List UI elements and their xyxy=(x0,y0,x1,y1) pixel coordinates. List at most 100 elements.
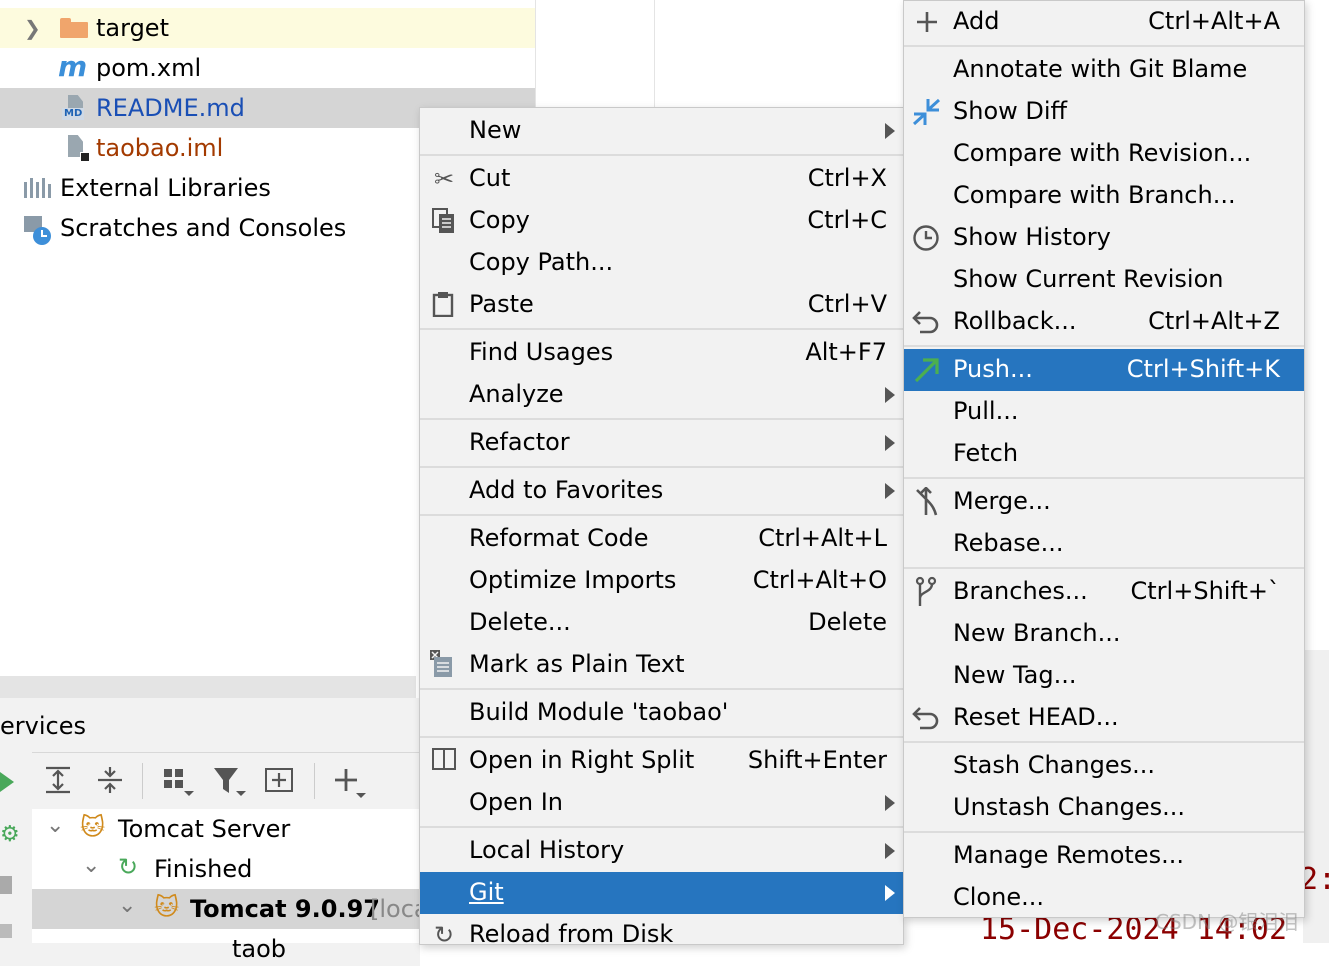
tomcat-icon: 🐱 xyxy=(154,893,180,921)
rerun-icon: ↻ xyxy=(118,853,139,881)
tree-item-target[interactable]: ❯ target xyxy=(0,8,535,48)
branch-icon xyxy=(915,576,937,606)
services-side-toolbar: ⚙ xyxy=(0,752,32,943)
chevron-right-icon[interactable]: ❯ xyxy=(24,16,41,40)
collapse-all-icon[interactable] xyxy=(96,765,124,795)
git-item-new-branch[interactable]: New Branch... xyxy=(904,613,1304,655)
tree-item-label: External Libraries xyxy=(60,174,271,202)
filter-icon[interactable] xyxy=(212,765,246,799)
git-item-compare-revision[interactable]: Compare with Revision... xyxy=(904,133,1304,175)
menu-item-analyze[interactable]: Analyze xyxy=(420,374,903,416)
menu-item-cut[interactable]: ✂ Cut Ctrl+X xyxy=(420,158,903,200)
menu-item-copy-path[interactable]: Copy Path... xyxy=(420,242,903,284)
split-icon xyxy=(432,748,456,770)
plus-icon xyxy=(917,12,937,32)
chevron-down-icon[interactable]: ⌄ xyxy=(82,853,100,878)
git-item-fetch[interactable]: Fetch xyxy=(904,433,1304,475)
git-item-unstash[interactable]: Unstash Changes... xyxy=(904,787,1304,829)
expand-all-icon[interactable] xyxy=(44,765,72,795)
menu-item-optimize-imports[interactable]: Optimize Imports Ctrl+Alt+O xyxy=(420,560,903,602)
submenu-arrow-icon xyxy=(885,843,895,859)
menu-item-refactor[interactable]: Refactor xyxy=(420,422,903,464)
menu-item-new[interactable]: New xyxy=(420,110,903,152)
git-item-rollback[interactable]: Rollback... Ctrl+Alt+Z xyxy=(904,301,1304,343)
git-item-merge[interactable]: Merge... xyxy=(904,481,1304,523)
menu-item-mark-as-plain-text[interactable]: Mark as Plain Text xyxy=(420,644,903,686)
group-by-icon[interactable] xyxy=(162,767,194,799)
menu-item-git[interactable]: Git xyxy=(420,872,903,914)
clock-icon xyxy=(913,225,939,251)
menu-item-build-module[interactable]: Build Module 'taobao' xyxy=(420,692,903,734)
diff-icon xyxy=(912,98,941,126)
menu-item-open-in-right-split[interactable]: Open in Right Split Shift+Enter xyxy=(420,740,903,782)
menu-item-paste[interactable]: Paste Ctrl+V xyxy=(420,284,903,326)
toolbar-divider xyxy=(314,763,315,799)
git-item-annotate[interactable]: Annotate with Git Blame xyxy=(904,49,1304,91)
reload-icon: ↻ xyxy=(433,921,455,949)
submenu-arrow-icon xyxy=(885,795,895,811)
tree-item-label: Finished xyxy=(154,855,253,883)
new-tab-icon[interactable] xyxy=(264,765,298,797)
menu-item-local-history[interactable]: Local History xyxy=(420,830,903,872)
debug-icon[interactable]: ⚙ xyxy=(0,822,20,847)
git-item-pull[interactable]: Pull... xyxy=(904,391,1304,433)
tree-item-label: taobao.iml xyxy=(96,134,224,162)
merge-icon xyxy=(916,487,938,516)
git-item-show-current-revision[interactable]: Show Current Revision xyxy=(904,259,1304,301)
git-item-show-history[interactable]: Show History xyxy=(904,217,1304,259)
tree-item-pom[interactable]: m pom.xml xyxy=(0,48,535,88)
git-submenu: Add Ctrl+Alt+A Annotate with Git Blame S… xyxy=(903,0,1305,918)
git-item-compare-branch[interactable]: Compare with Branch... xyxy=(904,175,1304,217)
submenu-arrow-icon xyxy=(885,387,895,403)
menu-item-add-to-favorites[interactable]: Add to Favorites xyxy=(420,470,903,512)
project-context-menu: New ✂ Cut Ctrl+X Copy Ctrl+C Copy Path..… xyxy=(419,107,904,949)
stop-icon[interactable] xyxy=(0,876,12,894)
scratches-icon xyxy=(24,216,51,245)
clipboard-icon xyxy=(432,292,454,317)
menu-item-open-in[interactable]: Open In xyxy=(420,782,903,824)
panel-splitter[interactable] xyxy=(0,676,416,698)
menu-item-find-usages[interactable]: Find Usages Alt+F7 xyxy=(420,332,903,374)
chevron-down-icon[interactable]: ⌄ xyxy=(46,813,64,838)
tree-item-label: pom.xml xyxy=(96,54,202,82)
tree-item-label: taob xyxy=(232,935,287,963)
maven-icon: m xyxy=(58,50,88,83)
git-item-branches[interactable]: Branches... Ctrl+Shift+` xyxy=(904,571,1304,613)
chevron-down-icon[interactable]: ⌄ xyxy=(118,893,136,918)
git-item-reset-head[interactable]: Reset HEAD... xyxy=(904,697,1304,739)
copy-icon xyxy=(432,208,454,233)
services-tree: ⌄ 🐱 Tomcat Server ⌄ ↻ Finished ⌄ 🐱 Tomca… xyxy=(32,809,429,963)
plain-text-icon xyxy=(430,650,452,677)
services-title: ervices xyxy=(0,712,86,740)
reset-icon xyxy=(912,707,939,730)
tree-item-artifact[interactable]: taob xyxy=(32,929,420,969)
tree-item-finished[interactable]: ⌄ ↻ Finished xyxy=(32,849,420,889)
editor-tab-gap xyxy=(535,0,655,107)
run-icon[interactable] xyxy=(0,772,14,792)
git-item-add[interactable]: Add Ctrl+Alt+A xyxy=(904,1,1304,43)
git-item-push[interactable]: Push... Ctrl+Shift+K xyxy=(904,349,1304,391)
toolbar-divider xyxy=(142,763,143,799)
watermark: CSDN @银泪泪 xyxy=(1155,910,1299,934)
submenu-arrow-icon xyxy=(885,435,895,451)
submenu-arrow-icon xyxy=(885,123,895,139)
add-service-icon[interactable] xyxy=(334,767,368,801)
git-item-show-diff[interactable]: Show Diff xyxy=(904,91,1304,133)
side-tool-icon[interactable] xyxy=(0,924,12,938)
menu-item-reformat-code[interactable]: Reformat Code Ctrl+Alt+L xyxy=(420,518,903,560)
module-file-icon xyxy=(66,135,90,162)
tree-item-tomcat-instance[interactable]: ⌄ 🐱 Tomcat 9.0.97 [loca xyxy=(32,889,429,929)
menu-item-copy[interactable]: Copy Ctrl+C xyxy=(420,200,903,242)
tree-item-label: target xyxy=(96,14,169,42)
menu-item-reload-from-disk[interactable]: ↻ Reload from Disk xyxy=(420,914,903,956)
git-item-manage-remotes[interactable]: Manage Remotes... xyxy=(904,835,1304,877)
tree-item-tomcat-server[interactable]: ⌄ 🐱 Tomcat Server xyxy=(32,809,420,849)
menu-item-delete[interactable]: Delete... Delete xyxy=(420,602,903,644)
tomcat-icon: 🐱 xyxy=(80,813,106,841)
git-item-new-tag[interactable]: New Tag... xyxy=(904,655,1304,697)
git-item-stash[interactable]: Stash Changes... xyxy=(904,745,1304,787)
push-arrow-icon xyxy=(914,358,939,383)
markdown-file-icon: MD xyxy=(62,95,85,121)
git-item-rebase[interactable]: Rebase... xyxy=(904,523,1304,565)
submenu-arrow-icon xyxy=(885,885,895,901)
